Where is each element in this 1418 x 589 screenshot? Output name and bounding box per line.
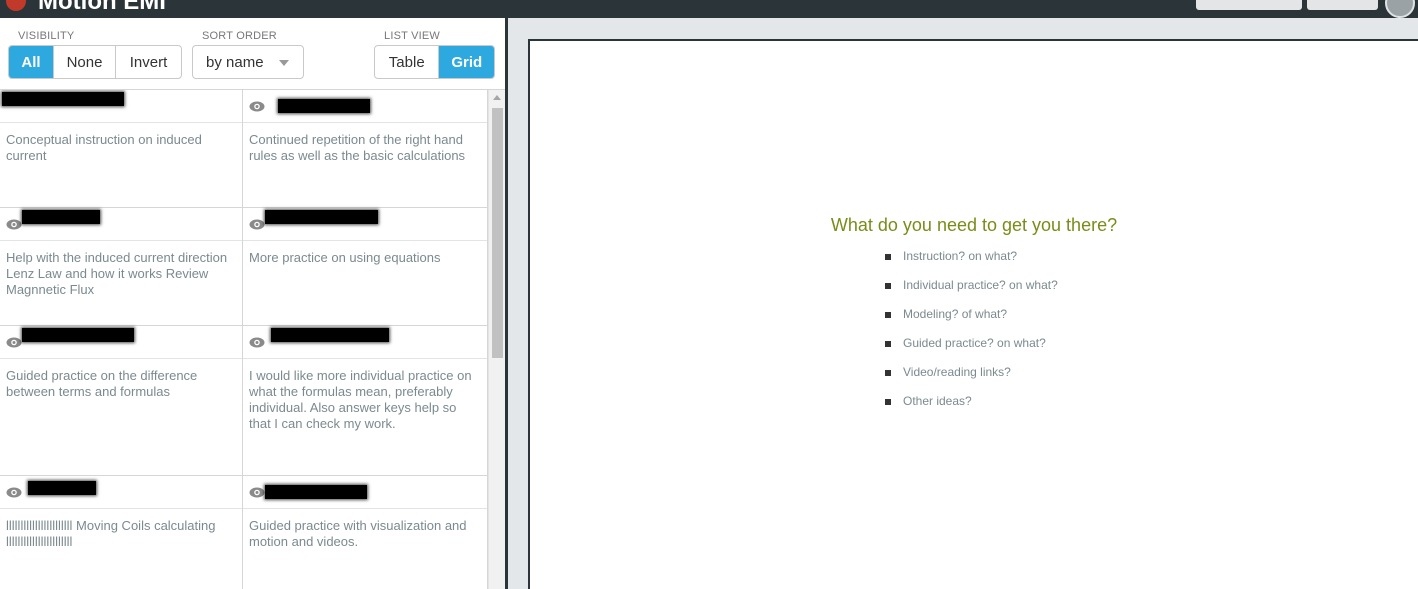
card-header (243, 208, 487, 241)
sort-order-value: by name (206, 53, 264, 71)
eye-icon[interactable] (6, 337, 22, 348)
bullet-text: Modeling? of what? (903, 307, 1008, 321)
response-text: Continued repetition of the right hand r… (249, 132, 466, 163)
controls-bar: VISIBILITY All None Invert SORT ORDER by… (0, 18, 505, 90)
app-logo-icon (6, 0, 26, 11)
bullet-icon (885, 370, 891, 376)
card-header (243, 476, 487, 509)
slide-bullet-item: Individual practice? on what? (885, 278, 1058, 307)
bullet-text: Other ideas? (903, 394, 972, 408)
response-card[interactable]: Continued repetition of the right hand r… (243, 90, 488, 208)
bullet-text: Video/reading links? (903, 365, 1011, 379)
redacted-name (265, 210, 378, 224)
visibility-all-button[interactable]: All (9, 46, 54, 78)
slide: What do you need to get you there? Instr… (528, 39, 1418, 589)
response-card[interactable]: Conceptual instruction on induced curren… (0, 90, 243, 208)
slide-bullet-item: Instruction? on what? (885, 249, 1058, 278)
card-header (0, 90, 242, 123)
slide-panel: What do you need to get you there? Instr… (508, 18, 1418, 589)
visibility-label: VISIBILITY (18, 30, 75, 42)
response-text: Guided practice on the difference betwee… (6, 368, 198, 399)
eye-icon[interactable] (249, 337, 265, 348)
response-card[interactable]: Help with the induced current direction … (0, 208, 243, 326)
bullet-text: Instruction? on what? (903, 249, 1018, 263)
scrollbar-thumb[interactable] (492, 108, 503, 358)
redacted-name (22, 210, 100, 224)
sort-order-dropdown[interactable]: by name (192, 45, 304, 79)
response-card[interactable]: lllllllllllllllllllllll Moving Coils cal… (0, 476, 243, 589)
eye-icon[interactable] (6, 487, 22, 498)
slide-bullet-item: Video/reading links? (885, 365, 1058, 394)
card-header (0, 476, 242, 509)
top-bar: Motion EMI (0, 0, 1418, 18)
slide-bullet-item: Modeling? of what? (885, 307, 1058, 336)
visibility-none-button[interactable]: None (54, 46, 116, 78)
slide-title: What do you need to get you there? (830, 215, 1118, 235)
grid-view-button[interactable]: Grid (439, 46, 494, 78)
bullet-icon (885, 341, 891, 347)
eye-icon[interactable] (249, 487, 265, 498)
response-card[interactable]: Guided practice on the difference betwee… (0, 326, 243, 476)
card-header (243, 90, 487, 123)
slide-bullet-item: Guided practice? on what? (885, 336, 1058, 365)
slide-bullet-list: Instruction? on what? Individual practic… (885, 249, 1058, 423)
avatar[interactable] (1385, 0, 1415, 18)
redacted-name (271, 328, 389, 342)
response-card[interactable]: I would like more individual practice on… (243, 326, 488, 476)
visibility-toggle: All None Invert (8, 45, 182, 79)
card-header (243, 326, 487, 359)
app-title: Motion EMI (38, 0, 166, 15)
bullet-text: Guided practice? on what? (903, 336, 1046, 350)
scroll-up-icon[interactable] (493, 95, 501, 100)
response-text: Conceptual instruction on induced curren… (6, 132, 202, 163)
response-text: Guided practice with visualization and m… (249, 518, 467, 549)
redacted-name (28, 481, 96, 495)
toolbar-button[interactable] (1307, 0, 1378, 10)
responses-panel: VISIBILITY All None Invert SORT ORDER by… (0, 18, 505, 589)
bullet-icon (885, 283, 891, 289)
redacted-name (278, 99, 370, 113)
table-view-button[interactable]: Table (375, 46, 440, 78)
card-header (0, 326, 242, 359)
grid-scrollbar[interactable] (488, 90, 505, 589)
response-card[interactable]: Guided practice with visualization and m… (243, 476, 488, 589)
bullet-text: Individual practice? on what? (903, 278, 1058, 292)
slide-bullet-item: Other ideas? (885, 394, 1058, 423)
response-text: More practice on using equations (249, 250, 441, 265)
chevron-down-icon (279, 60, 289, 66)
toolbar-button[interactable] (1196, 0, 1302, 10)
eye-icon[interactable] (249, 219, 265, 230)
bullet-icon (885, 254, 891, 260)
bullet-icon (885, 399, 891, 405)
response-text: Help with the induced current direction … (6, 250, 228, 297)
list-view-label: LIST VIEW (384, 30, 440, 42)
eye-icon[interactable] (249, 101, 265, 112)
bullet-icon (885, 312, 891, 318)
list-view-toggle: Table Grid (374, 45, 495, 79)
visibility-invert-button[interactable]: Invert (116, 46, 181, 78)
redacted-name (265, 485, 367, 499)
responses-grid: Conceptual instruction on induced curren… (0, 90, 488, 589)
redacted-name (2, 92, 124, 106)
card-header (0, 208, 242, 241)
sort-order-label: SORT ORDER (202, 30, 277, 42)
redacted-name (22, 328, 134, 342)
eye-icon[interactable] (6, 219, 22, 230)
response-text: lllllllllllllllllllllll Moving Coils cal… (6, 518, 216, 549)
response-card[interactable]: More practice on using equations (243, 208, 488, 326)
response-text: I would like more individual practice on… (249, 368, 472, 431)
